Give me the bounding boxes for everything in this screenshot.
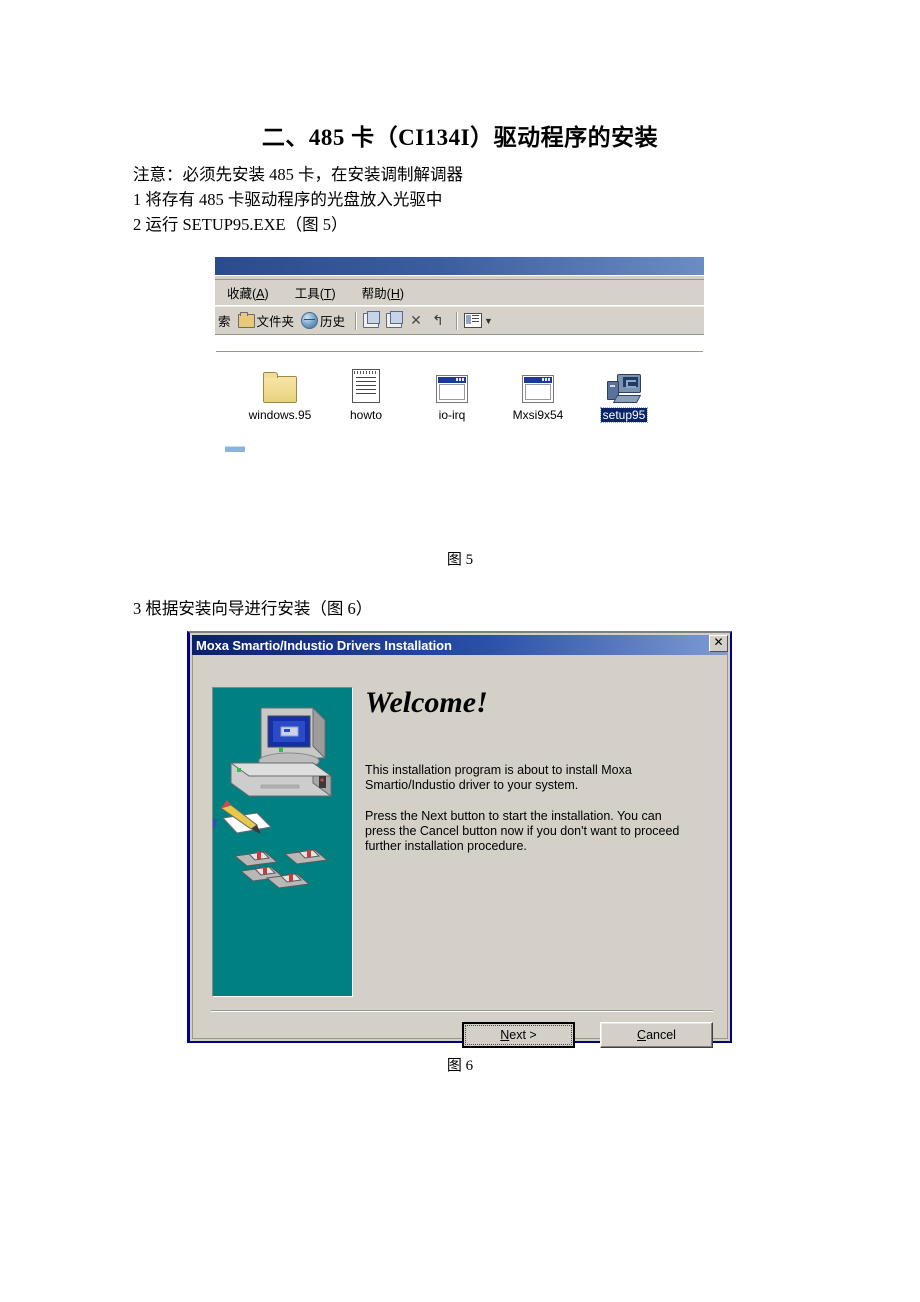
folder-icon	[237, 311, 255, 328]
file-icon-slot	[409, 365, 495, 403]
explorer-menu-bar: 收藏(A) 工具(T) 帮助(H)	[215, 280, 704, 306]
dialog-title: Moxa Smartio/Industio Drivers Installati…	[196, 637, 452, 653]
figure-5-caption: 图 5	[446, 552, 474, 568]
toolbar-history-label: 历史	[320, 315, 346, 329]
step-1-line: 1 将存有 485 卡驱动程序的光盘放入光驱中	[133, 190, 443, 209]
explorer-toolbar: 索 文件夹 历史 ✕ ↰ ▼	[215, 306, 704, 335]
file-label: windows.95	[248, 408, 312, 422]
note-line: 注意：必须先安装 485 卡，在安装调制解调器	[133, 165, 463, 184]
file-item-windows95[interactable]: windows.95	[237, 365, 323, 422]
file-icon-grid: windows.95 howto io-irq Mxsi9x54 setup95	[215, 353, 704, 423]
dialog-title-bar[interactable]: Moxa Smartio/Industio Drivers Installati…	[192, 635, 728, 655]
file-item-mxsi9x54[interactable]: Mxsi9x54	[495, 365, 581, 422]
copy-to-icon	[386, 311, 404, 328]
file-icon-slot	[323, 365, 409, 403]
chevron-down-icon: ▼	[484, 315, 493, 326]
menu-item-tools[interactable]: 工具(T)	[295, 283, 336, 302]
application-window-icon	[436, 375, 468, 403]
explorer-address-gap	[215, 335, 704, 351]
close-icon[interactable]: ✕	[709, 635, 728, 652]
step-2-line: 2 运行 SETUP95.EXE（图 5）	[133, 215, 348, 234]
explorer-file-pane[interactable]: windows.95 howto io-irq Mxsi9x54 setup95	[215, 353, 704, 458]
file-label: Mxsi9x54	[512, 408, 564, 422]
file-label: howto	[349, 408, 383, 422]
setup-computer-icon	[607, 371, 642, 403]
dialog-button-bar: Next > Cancel	[462, 1022, 713, 1048]
text-document-icon	[352, 369, 380, 403]
toolbar-delete-button[interactable]: ✕	[409, 311, 423, 328]
figure-6-caption: 图 6	[446, 1058, 474, 1074]
cancel-button[interactable]: Cancel	[600, 1022, 713, 1048]
move-to-icon	[363, 311, 381, 328]
installer-illustration-panel	[212, 687, 353, 997]
dialog-paragraph-1: This installation program is about to in…	[365, 763, 632, 792]
menu-item-help[interactable]: 帮助(H)	[362, 283, 404, 302]
next-button-face: Next >	[465, 1025, 572, 1045]
moxa-installer-dialog: Moxa Smartio/Industio Drivers Installati…	[187, 631, 732, 1048]
toolbar-search-label: 索	[218, 315, 231, 329]
explorer-title-bar	[215, 257, 704, 275]
toolbar-folders-label: 文件夹	[256, 315, 295, 329]
toolbar-undo-button[interactable]: ↰	[430, 311, 446, 328]
undo-icon: ↰	[432, 311, 444, 328]
views-icon	[464, 313, 483, 328]
windows-explorer-screenshot: 收藏(A) 工具(T) 帮助(H) 索 文件夹 历史 ✕ ↰ ▼ windows…	[215, 257, 704, 465]
toolbar-views-button[interactable]: ▼	[464, 313, 493, 328]
toolbar-search-button[interactable]: 索	[216, 311, 231, 330]
page-title: 二、485 卡（CI134I）驱动程序的安装	[261, 125, 659, 150]
dialog-paragraph-2: Press the Next button to start the insta…	[365, 809, 680, 853]
toolbar-folders-button[interactable]: 文件夹	[237, 311, 295, 330]
toolbar-history-button[interactable]: 历史	[301, 311, 345, 330]
file-icon-slot	[581, 365, 667, 403]
history-globe-icon	[301, 312, 319, 329]
isometric-computer-illustration	[213, 706, 333, 889]
file-label: io-irq	[438, 408, 466, 422]
next-button[interactable]: Next >	[462, 1022, 575, 1048]
folder-icon	[263, 372, 297, 403]
step-3-line: 3 根据安装向导进行安装（图 6）	[133, 599, 373, 618]
file-icon-slot	[237, 365, 323, 403]
delete-x-icon: ✕	[410, 311, 422, 328]
file-item-howto[interactable]: howto	[323, 365, 409, 422]
menu-item-favorites[interactable]: 收藏(A)	[227, 283, 269, 302]
status-highlight-dash	[225, 446, 245, 452]
file-icon-slot	[495, 365, 581, 403]
dialog-separator	[211, 1010, 713, 1012]
application-window-icon	[522, 375, 554, 403]
file-item-io-irq[interactable]: io-irq	[409, 365, 495, 422]
file-item-setup95[interactable]: setup95	[581, 365, 667, 423]
toolbar-move-to-button[interactable]	[363, 311, 381, 328]
toolbar-divider	[355, 311, 358, 330]
dialog-text-content: Welcome! This installation program is ab…	[365, 687, 713, 870]
dialog-client-area: Welcome! This installation program is ab…	[193, 657, 727, 1048]
file-label: setup95	[599, 407, 649, 423]
welcome-heading: Welcome!	[365, 686, 488, 719]
toolbar-copy-to-button[interactable]	[386, 311, 404, 328]
toolbar-divider-2	[456, 311, 459, 330]
